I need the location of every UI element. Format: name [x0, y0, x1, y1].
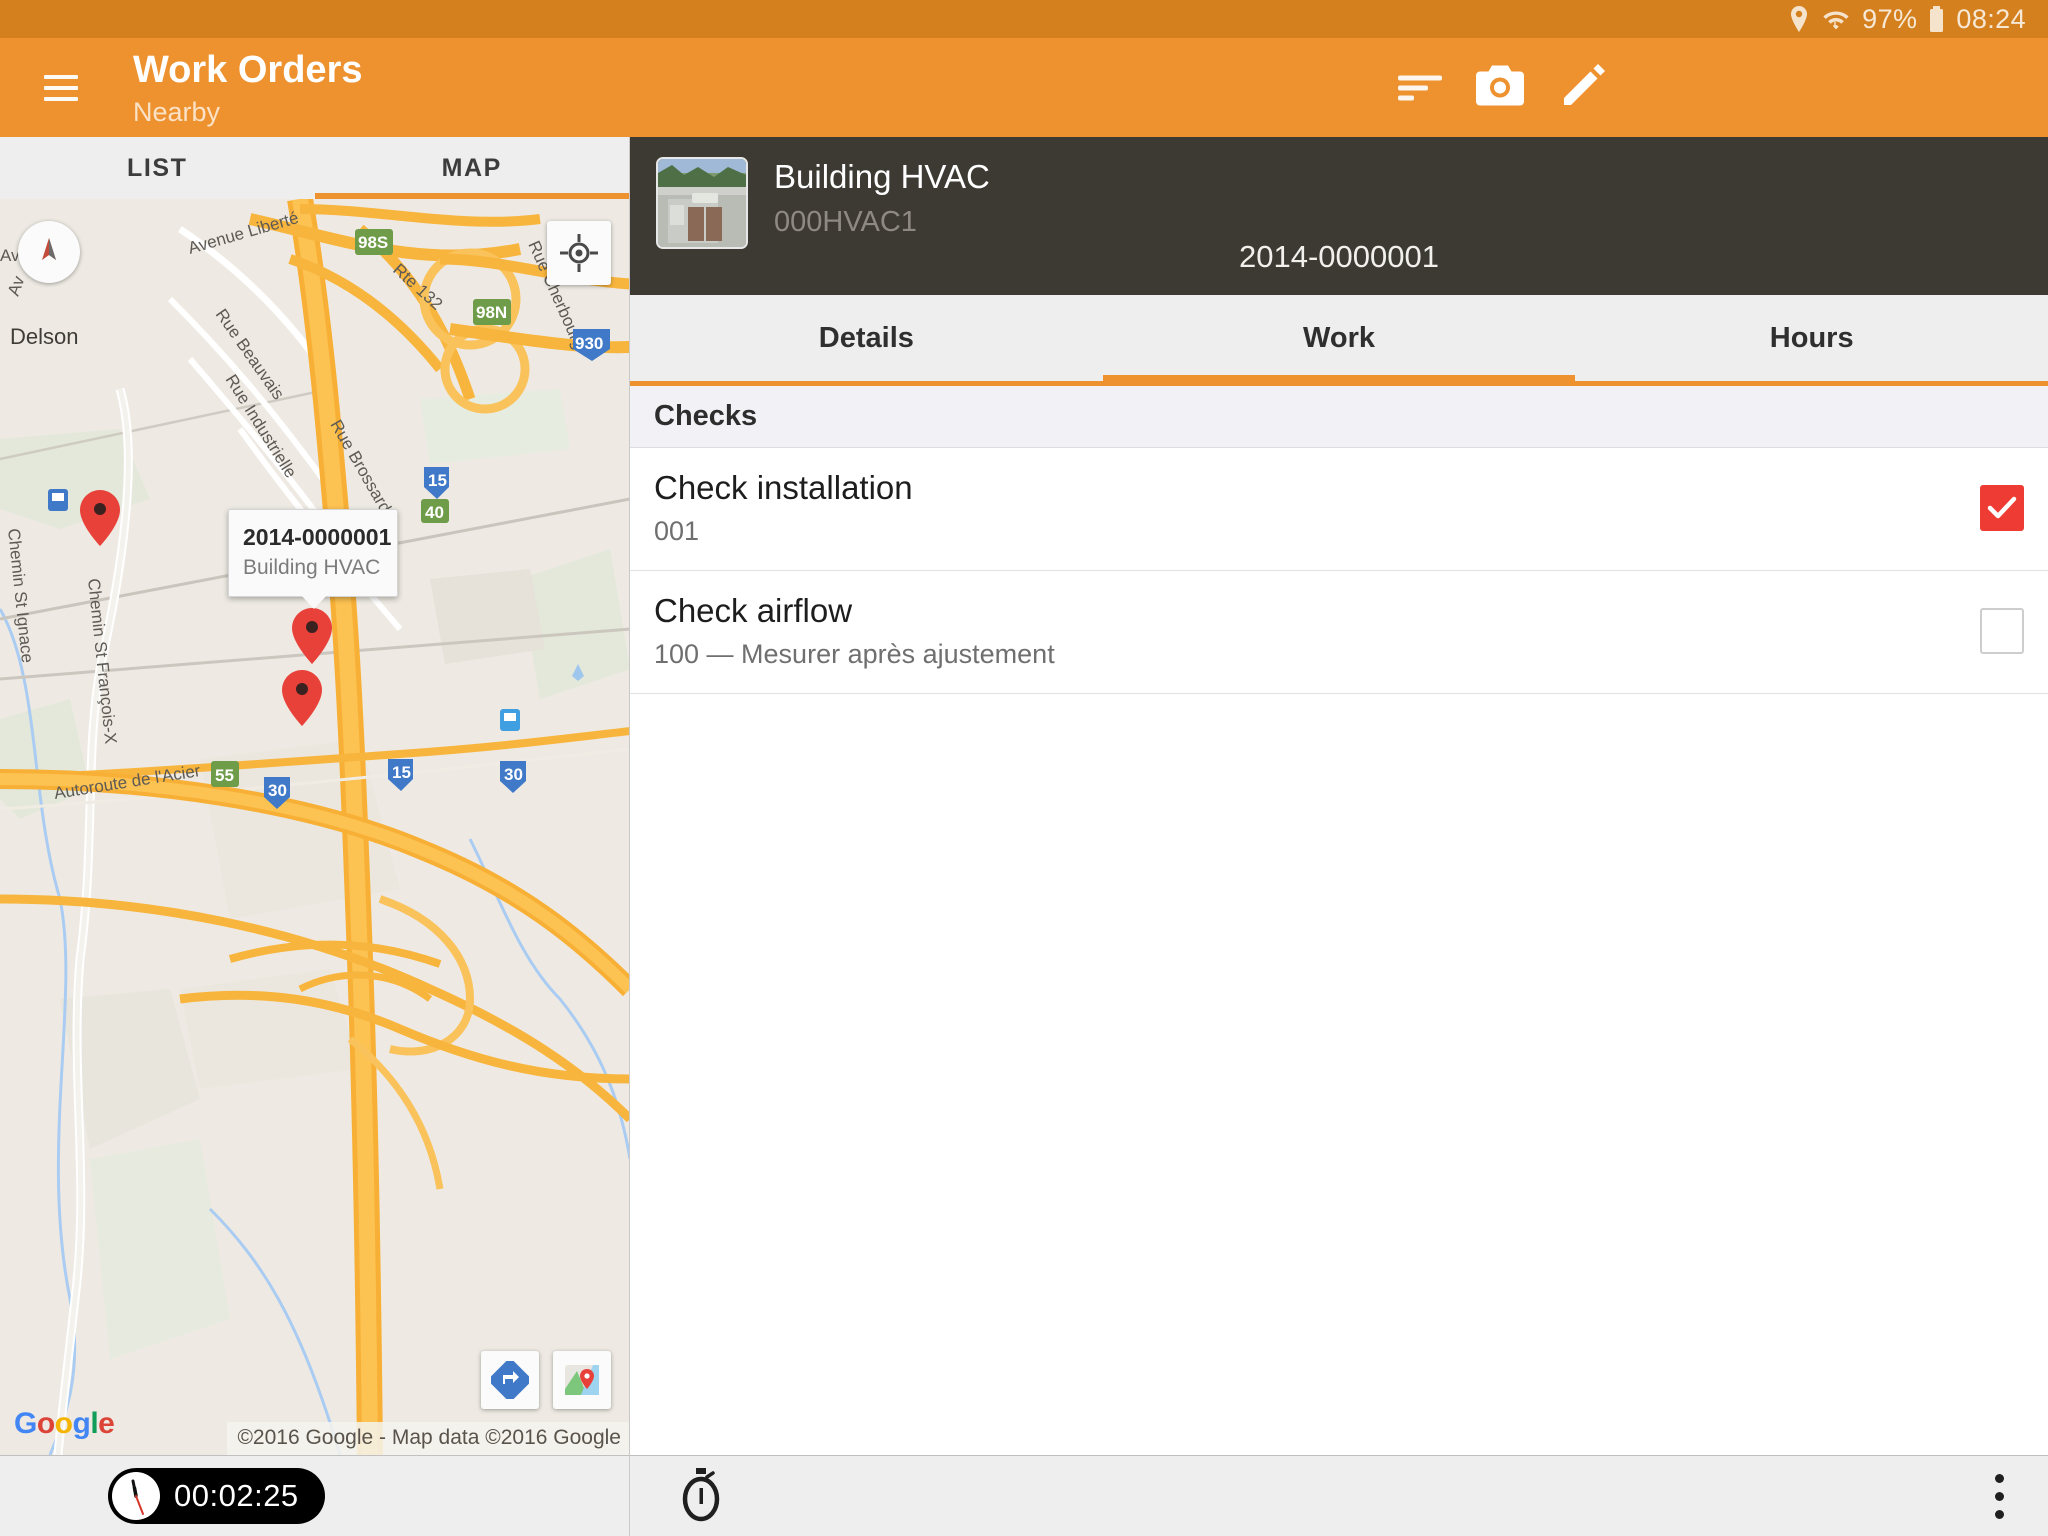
camera-icon[interactable]	[1472, 61, 1528, 114]
hamburger-menu-icon[interactable]	[44, 74, 78, 101]
route-shield-98s: 98S	[355, 229, 393, 255]
logo-letter: g	[72, 1407, 91, 1440]
check-checkbox-checked[interactable]	[1980, 485, 2024, 531]
map-info-window[interactable]: 2014-0000001 Building HVAC	[228, 509, 398, 609]
status-bar: 97% 08:24	[0, 0, 2048, 38]
info-window-subtitle: Building HVAC	[243, 556, 381, 579]
check-subtitle: 001	[654, 516, 700, 546]
logo-letter: e	[98, 1407, 115, 1440]
svg-text:30: 30	[268, 781, 287, 800]
work-order-tab-bar: Details Work Hours	[630, 295, 2048, 386]
checkmark-icon	[1987, 496, 2017, 519]
tab-details[interactable]: Details	[630, 295, 1103, 381]
tab-work[interactable]: Work	[1102, 295, 1576, 386]
battery-percent-label: 97%	[1862, 3, 1918, 34]
overflow-menu-icon[interactable]	[1985, 1464, 2014, 1529]
map-action-buttons	[481, 1351, 611, 1409]
map-pane: LIST MAP Avenue Liberté Rue Beauvais Rue…	[0, 137, 630, 1455]
map-pin-marker[interactable]	[290, 607, 334, 665]
check-title: Check installation	[654, 469, 913, 506]
analog-clock-icon	[112, 1472, 160, 1520]
bottom-bar-left: 00:02:25	[0, 1455, 630, 1536]
google-logo: Google	[14, 1407, 115, 1441]
wifi-icon	[1823, 11, 1849, 30]
work-order-pane: Building HVAC 000HVAC1 2014-0000001 Deta…	[630, 137, 2048, 1455]
app-bar: Work Orders Nearby	[0, 38, 2048, 137]
asset-name: Building HVAC	[774, 158, 990, 195]
asset-summary: Building HVAC 000HVAC1	[656, 157, 2022, 249]
compass-icon[interactable]	[18, 221, 80, 283]
directions-icon[interactable]	[481, 1351, 539, 1409]
svg-text:40: 40	[425, 503, 444, 522]
timer-pill[interactable]: 00:02:25	[108, 1468, 325, 1524]
tab-list[interactable]: LIST	[0, 137, 315, 199]
map-pin-marker[interactable]	[78, 489, 122, 547]
sort-icon[interactable]	[1392, 64, 1448, 111]
svg-text:15: 15	[428, 471, 447, 490]
location-pin-icon	[1791, 6, 1808, 32]
asset-text: Building HVAC 000HVAC1	[774, 157, 990, 241]
route-shield-40: 40	[421, 499, 449, 523]
info-window-title: 2014-0000001	[243, 524, 392, 550]
edit-pencil-icon[interactable]	[1556, 59, 1608, 116]
map-tab-bar: LIST MAP	[0, 137, 629, 199]
clock-label: 08:24	[1956, 3, 2026, 34]
battery-icon	[1930, 6, 1944, 32]
asset-thumbnail[interactable]	[656, 157, 748, 249]
check-subtitle: 100 — Mesurer après ajustement	[654, 639, 1055, 669]
logo-letter: o	[36, 1407, 55, 1440]
check-text: Check installation 001	[654, 466, 913, 550]
map-pin-marker[interactable]	[280, 669, 324, 727]
svg-text:30: 30	[504, 765, 523, 784]
svg-text:15: 15	[392, 763, 411, 782]
logo-letter: l	[90, 1407, 99, 1440]
logo-letter: G	[14, 1407, 37, 1440]
transit-station-icon-1	[48, 489, 68, 511]
checks-section-header: Checks	[630, 386, 2048, 448]
check-row[interactable]: Check installation 001	[630, 448, 2048, 571]
route-shield-55: 55	[211, 761, 239, 787]
check-text: Check airflow 100 — Mesurer après ajuste…	[654, 589, 1055, 673]
svg-text:98S: 98S	[358, 233, 388, 252]
stopwatch-icon[interactable]	[676, 1466, 726, 1527]
bottom-bar-right	[630, 1455, 2048, 1536]
tab-map[interactable]: MAP	[314, 137, 630, 199]
open-in-google-maps-icon[interactable]	[553, 1351, 611, 1409]
map-attribution: ©2016 Google - Map data ©2016 Google	[227, 1422, 629, 1455]
svg-text:55: 55	[215, 766, 234, 785]
bottom-bar: 00:02:25	[0, 1455, 2048, 1536]
timer-value: 00:02:25	[174, 1478, 299, 1513]
page-subtitle: Nearby	[133, 96, 221, 127]
route-shield-98n: 98N	[473, 299, 511, 325]
work-order-header: Building HVAC 000HVAC1 2014-0000001	[630, 137, 2048, 295]
check-checkbox-unchecked[interactable]	[1980, 608, 2024, 654]
content-split: LIST MAP Avenue Liberté Rue Beauvais Rue…	[0, 137, 2048, 1455]
transit-station-icon-2	[500, 709, 520, 731]
page-title: Work Orders	[133, 48, 363, 91]
check-title: Check airflow	[654, 592, 853, 629]
logo-letter: o	[54, 1407, 73, 1440]
asset-code: 000HVAC1	[774, 206, 917, 238]
svg-text:Delson: Delson	[10, 324, 78, 349]
work-order-number: 2014-0000001	[1239, 239, 1439, 274]
svg-text:930: 930	[575, 334, 603, 353]
title-block: Work Orders Nearby	[133, 47, 362, 129]
svg-text:98N: 98N	[476, 303, 507, 322]
google-map[interactable]: Avenue Liberté Rue Beauvais Rue Industri…	[0, 199, 629, 1455]
my-location-icon[interactable]	[547, 221, 611, 285]
tab-hours[interactable]: Hours	[1575, 295, 2048, 381]
check-row[interactable]: Check airflow 100 — Mesurer après ajuste…	[630, 571, 2048, 694]
